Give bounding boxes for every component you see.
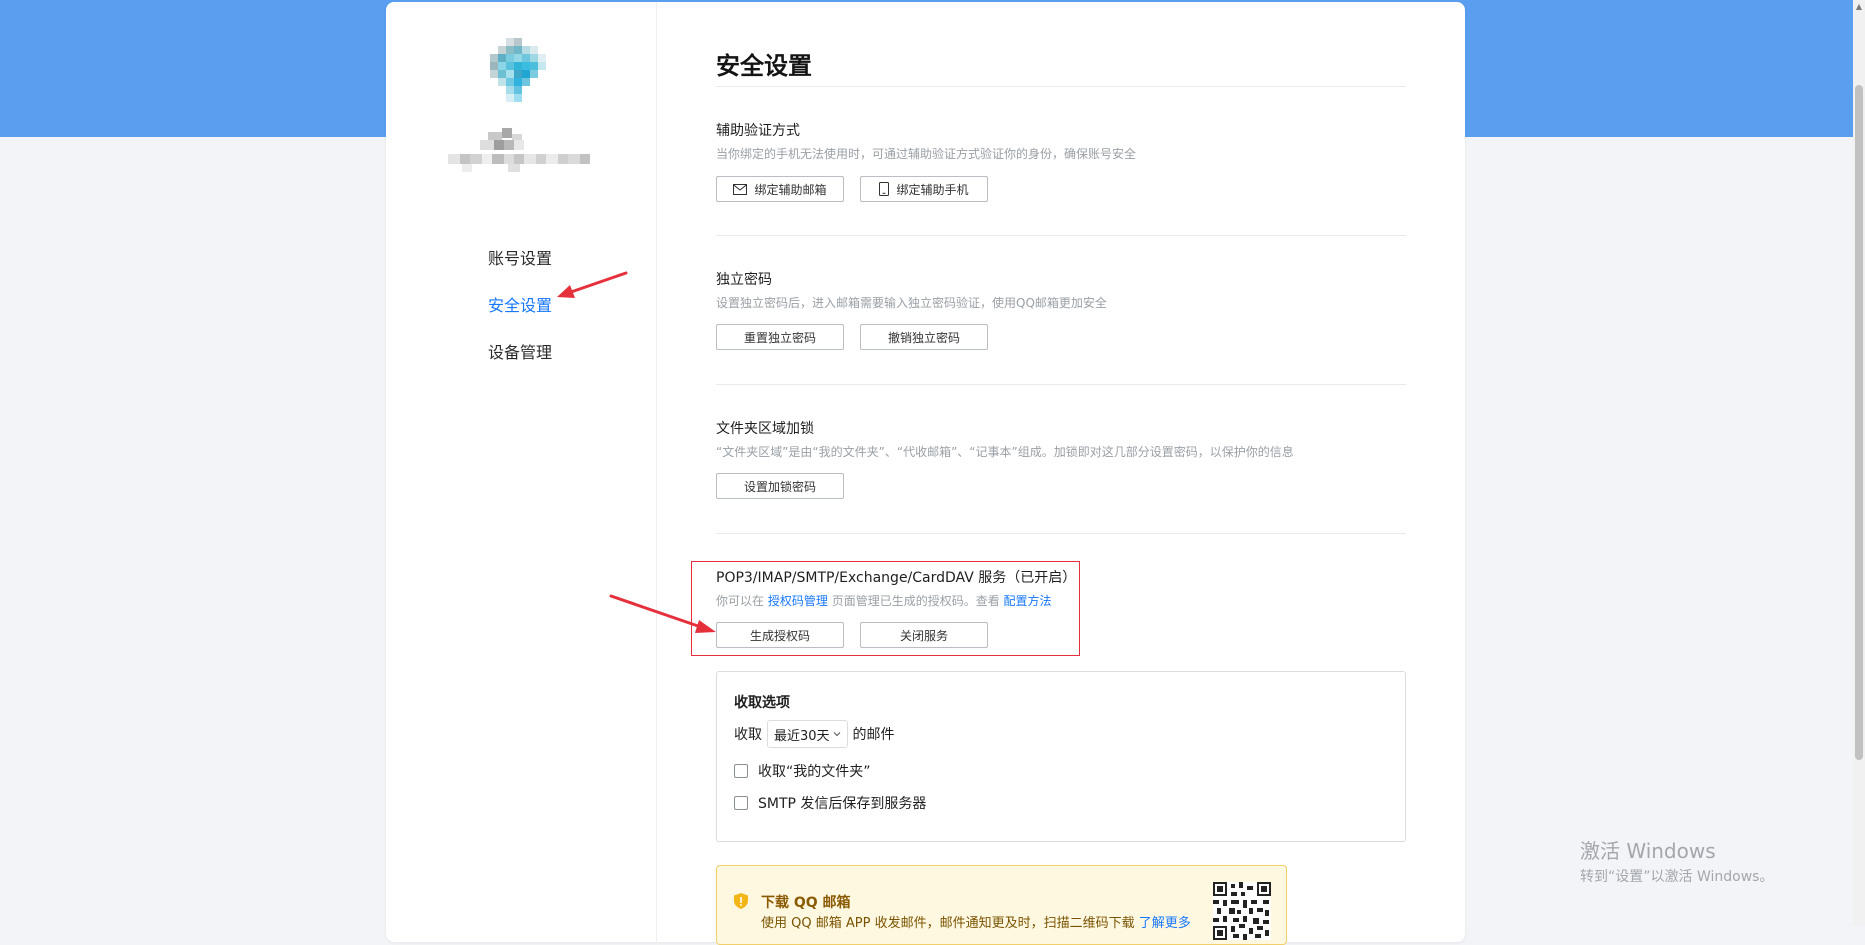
reset-independent-pwd-button[interactable]: 重置独立密码: [716, 324, 844, 350]
revoke-independent-pwd-button[interactable]: 撤销独立密码: [860, 324, 988, 350]
mobile-icon: [879, 182, 890, 196]
folder-lock-title: 文件夹区域加锁: [716, 421, 814, 437]
chevron-down-icon: [833, 732, 840, 737]
divider: [716, 86, 1406, 87]
bind-aux-email-button[interactable]: 绑定辅助邮箱: [716, 176, 844, 202]
windows-activation-watermark: 激活 Windows 转到“设置”以激活 Windows。: [1580, 835, 1773, 886]
smtp-save-checkbox[interactable]: [734, 796, 748, 810]
independent-pwd-desc: 设置独立密码后，进入邮箱需要输入独立密码验证，使用QQ邮箱更加安全: [716, 296, 1107, 310]
pop3-desc-middle: 页面管理已生成的授权码。查看: [831, 594, 1000, 608]
pop3-desc-prefix: 你可以在: [716, 594, 765, 608]
set-lock-pwd-button[interactable]: 设置加锁密码: [716, 473, 844, 499]
option-row-smtp-save: SMTP 发信后保存到服务器: [734, 793, 926, 813]
download-app-banner: 下载 QQ 邮箱 使用 QQ 邮箱 APP 收发邮件，邮件通知更及时，扫描二维码…: [716, 865, 1287, 945]
option-row-my-folders: 收取“我的文件夹”: [734, 761, 871, 781]
smtp-save-label: SMTP 发信后保存到服务器: [758, 796, 927, 812]
avatar: [490, 38, 546, 102]
aux-verify-desc: 当你绑定的手机无法使用时，可通过辅助验证方式验证你的身份，确保账号安全: [716, 147, 1137, 161]
sidebar-item-device-management[interactable]: 设备管理: [488, 339, 552, 363]
aux-verify-title: 辅助验证方式: [716, 123, 800, 139]
bind-aux-phone-label: 绑定辅助手机: [896, 182, 969, 197]
page-scrollbar[interactable]: ▲: [1853, 0, 1865, 926]
scroll-up-arrow-icon[interactable]: ▲: [1855, 3, 1863, 11]
receive-options-title: 收取选项: [734, 695, 790, 711]
pop3-service-title: POP3/IMAP/SMTP/Exchange/CardDAV 服务（已开启）: [716, 570, 1077, 586]
auth-code-management-link[interactable]: 授权码管理: [768, 594, 828, 608]
learn-more-link[interactable]: 了解更多: [1139, 916, 1191, 931]
receive-my-folders-checkbox[interactable]: [734, 764, 748, 778]
username-blurred: [448, 128, 590, 172]
qr-code: [1213, 882, 1271, 940]
watermark-line1: 激活 Windows: [1580, 839, 1716, 863]
receive-period-row: 收取 最近30天 的邮件: [734, 720, 895, 748]
sidebar: 账号设置 安全设置 设备管理: [386, 2, 657, 942]
divider: [716, 533, 1406, 534]
envelope-icon: [733, 183, 748, 195]
banner-text: 使用 QQ 邮箱 APP 收发邮件，邮件通知更及时，扫描二维码下载 了解更多: [761, 912, 1191, 931]
receive-suffix: 的邮件: [852, 727, 895, 743]
generate-auth-code-button[interactable]: 生成授权码: [716, 622, 844, 648]
page-title: 安全设置: [716, 52, 812, 80]
folder-lock-desc: “文件夹区域”是由“我的文件夹”、“代收邮箱”、“记事本”组成。加锁即对这几部分…: [716, 445, 1294, 459]
warning-shield-icon: [734, 893, 748, 909]
independent-pwd-title: 独立密码: [716, 272, 772, 288]
scrollbar-thumb[interactable]: [1855, 85, 1863, 760]
banner-title: 下载 QQ 邮箱: [761, 895, 851, 911]
divider: [716, 384, 1406, 385]
settings-card: 账号设置 安全设置 设备管理 安全设置 辅助验证方式 当你绑定的手机无法使用时，…: [386, 2, 1465, 945]
pop3-service-desc: 你可以在 授权码管理 页面管理已生成的授权码。查看 配置方法: [716, 592, 1052, 609]
config-method-link[interactable]: 配置方法: [1004, 594, 1052, 608]
receive-period-select[interactable]: 最近30天: [767, 720, 848, 748]
sidebar-item-security-settings[interactable]: 安全设置: [488, 292, 552, 316]
sidebar-item-account-settings[interactable]: 账号设置: [488, 245, 552, 269]
receive-options-panel: 收取选项 收取 最近30天 的邮件 收取“我的文件夹” SMTP 发信后保存到服…: [716, 671, 1406, 842]
close-service-button[interactable]: 关闭服务: [860, 622, 988, 648]
receive-my-folders-label: 收取“我的文件夹”: [758, 764, 871, 780]
divider: [716, 235, 1406, 236]
banner-desc: 使用 QQ 邮箱 APP 收发邮件，邮件通知更及时，扫描二维码下载: [761, 916, 1135, 931]
watermark-line2: 转到“设置”以激活 Windows。: [1580, 869, 1774, 885]
bind-aux-email-label: 绑定辅助邮箱: [754, 182, 827, 197]
bind-aux-phone-button[interactable]: 绑定辅助手机: [860, 176, 988, 202]
receive-period-value: 最近30天: [774, 728, 830, 744]
receive-prefix: 收取: [734, 727, 762, 743]
